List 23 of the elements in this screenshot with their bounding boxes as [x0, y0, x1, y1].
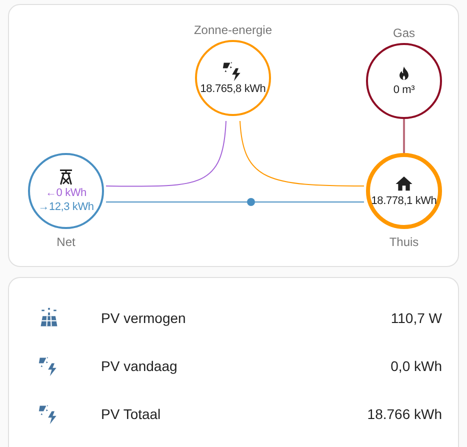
energy-node[interactable]: ←0 kWh →12,3 kWh — [28, 153, 104, 229]
entity-name: PV vermogen — [101, 310, 187, 326]
node-label: Thuis — [389, 235, 419, 249]
entity-state: 0,0 kWh — [390, 358, 442, 374]
energy-node[interactable]: 18.778,1 kWh — [366, 153, 442, 229]
solar-panel-icon — [38, 307, 60, 329]
entity-name: PV Totaal — [101, 406, 162, 422]
entity-state: 110,7 W — [390, 310, 442, 326]
node-label: Net — [56, 235, 76, 249]
node-label: Zonne-energie — [194, 23, 272, 37]
node-value: 18.765,8 kWh — [200, 82, 266, 96]
flow-line — [403, 119, 405, 153]
transmission-tower-icon — [57, 168, 75, 186]
entity-state: 18.766 kWh — [367, 406, 442, 422]
node-value: →12,3 kWh — [38, 200, 94, 214]
node-value: 0 m³ — [393, 83, 415, 97]
energy-node[interactable]: 0 m³ — [366, 43, 442, 119]
entity-name: PV vandaag — [101, 358, 178, 374]
node-value: ←0 kWh — [46, 186, 86, 200]
node-value: 18.778,1 kWh — [371, 194, 437, 208]
energy-node[interactable]: 18.765,8 kWh — [195, 40, 271, 116]
flow-dot — [247, 198, 255, 206]
node-label: Gas — [393, 26, 415, 40]
